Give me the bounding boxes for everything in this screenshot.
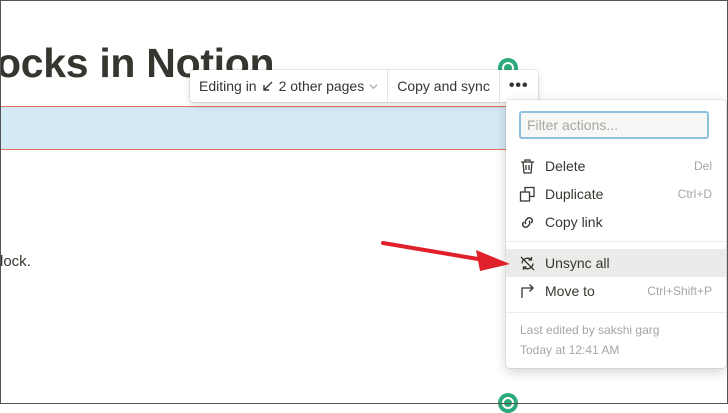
annotation-arrow	[381, 241, 510, 271]
